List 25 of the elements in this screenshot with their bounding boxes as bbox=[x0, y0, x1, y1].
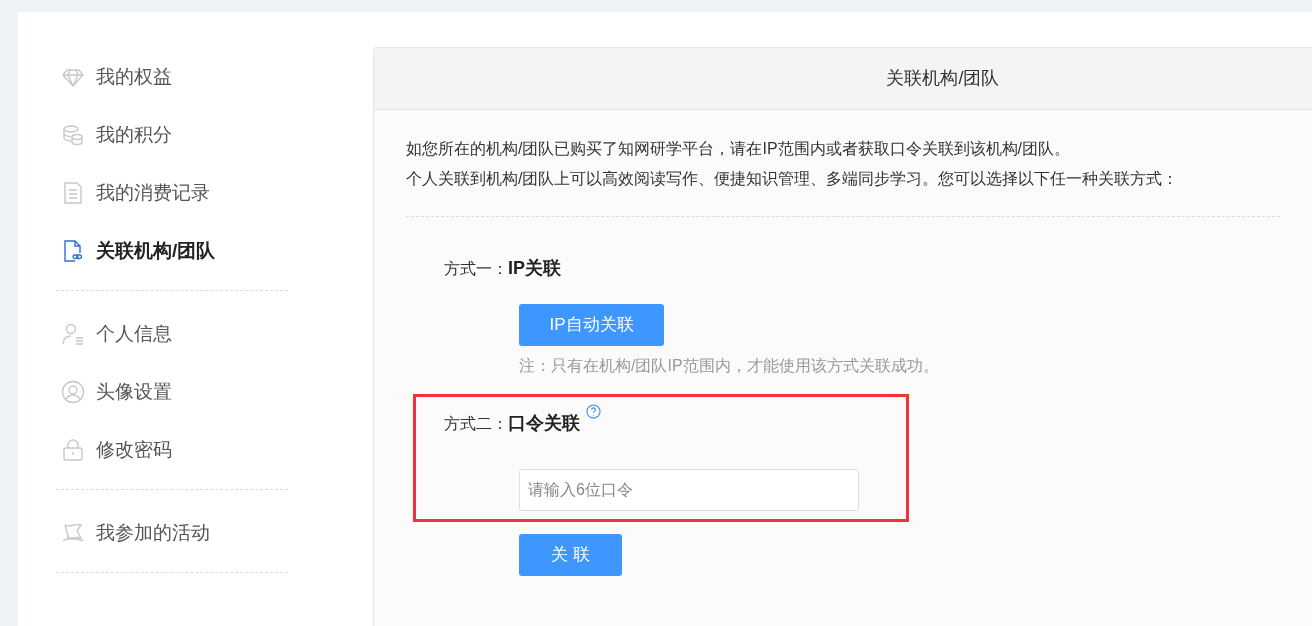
intro-text: 个人关联到机构/团队上可以高效阅读写作、便捷知识管理、多端同步学习。您可以选择以下任一种关联方式： bbox=[406, 169, 1180, 189]
sidebar-item[interactable]: 我的权益 bbox=[56, 48, 288, 106]
sidebar-item[interactable]: 修改密码 bbox=[56, 421, 288, 479]
method-title: IP关联 bbox=[508, 257, 561, 280]
user-icon bbox=[61, 322, 85, 346]
method-label: 方式二： bbox=[444, 414, 508, 434]
code-input-field[interactable]: 请输入6位口令 bbox=[519, 469, 859, 511]
intro-text: 如您所在的机构/团队已购买了知网研学平台，请在IP范围内或者获取口令关联到该机构/团队。 bbox=[406, 139, 1071, 159]
method-title: 口令关联 bbox=[508, 412, 580, 435]
note-text: 注：只有在机构/团队IP范围内，才能使用该方式关联成功。 bbox=[519, 356, 940, 376]
sidebar-item[interactable]: 我的消费记录 bbox=[56, 164, 288, 222]
coins-icon bbox=[61, 123, 85, 147]
lock-icon bbox=[61, 438, 85, 462]
avatar-icon bbox=[61, 380, 85, 404]
sidebar-item[interactable]: 个人信息 bbox=[56, 305, 288, 363]
sidebar-item[interactable]: 我参加的活动 bbox=[56, 504, 288, 562]
help-icon[interactable] bbox=[586, 404, 601, 419]
sidebar-item[interactable]: 我的积分 bbox=[56, 106, 288, 164]
sidebar-item[interactable]: 关联机构/团队 bbox=[56, 222, 288, 280]
sidebar-item[interactable]: 头像设置 bbox=[56, 363, 288, 421]
linked-document-icon bbox=[61, 239, 85, 263]
panel-title: 关联机构/团队 bbox=[886, 67, 1000, 90]
document-icon bbox=[61, 181, 85, 205]
method-label: 方式一： bbox=[444, 259, 508, 279]
flag-icon bbox=[61, 521, 85, 545]
